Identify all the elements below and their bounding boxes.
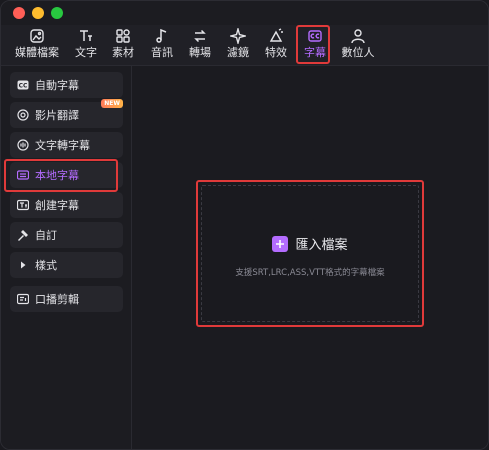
- audio-icon: [156, 28, 167, 43]
- tab-audio[interactable]: 音訊: [149, 28, 175, 62]
- import-file-label: 匯入檔案: [295, 238, 348, 253]
- sidebar-item-create-subtitle[interactable]: 創建字幕: [10, 192, 123, 218]
- transition-icon: [194, 29, 206, 43]
- plus-icon: [272, 235, 289, 252]
- translate-icon: [17, 109, 29, 121]
- drop-zone-border: 匯入檔案 支援SRT,LRC,ASS,VTT格式的字幕檔案: [201, 185, 419, 322]
- caret-right-icon: [17, 259, 29, 271]
- title-bar: [1, 1, 488, 25]
- effects-icon: [269, 28, 283, 42]
- cc-icon: CC: [17, 79, 29, 91]
- sidebar-item-video-translate[interactable]: 影片翻譯 NEW: [10, 99, 123, 128]
- sidebar-item-custom[interactable]: 自訂: [10, 222, 123, 248]
- tab-effects[interactable]: 特效: [263, 28, 289, 62]
- subtitle-tab-highlight: [296, 25, 330, 64]
- tab-digital-human[interactable]: 數位人: [340, 28, 376, 62]
- custom-icon: [17, 229, 29, 241]
- sidebar-item-speech-edit[interactable]: 口播剪輯: [10, 286, 123, 312]
- sidebar: CC 自動字幕 影片翻譯 NEW 文字轉字幕 本地字幕 創建字幕 自訂 樣式 口…: [1, 66, 132, 449]
- top-toolbar: 媒體檔案 文字 素材 音訊 轉場 濾鏡 特效 字幕 數位人: [1, 25, 488, 66]
- minimize-window-button[interactable]: [32, 7, 44, 19]
- sidebar-item-style[interactable]: 樣式: [10, 252, 123, 278]
- speech-edit-icon: [17, 293, 29, 305]
- tab-filter[interactable]: 濾鏡: [225, 28, 251, 62]
- supported-formats-hint: 支援SRT,LRC,ASS,VTT格式的字幕檔案: [235, 268, 385, 278]
- sidebar-item-auto-subtitle[interactable]: CC 自動字幕: [10, 72, 123, 98]
- app-window: 媒體檔案 文字 素材 音訊 轉場 濾鏡 特效 字幕 數位人 CC 自動字幕 影片…: [0, 0, 489, 450]
- new-badge: NEW: [101, 99, 123, 108]
- svg-text:CC: CC: [19, 83, 28, 90]
- media-icon: [30, 29, 44, 43]
- avatar-icon: [351, 29, 365, 44]
- close-window-button[interactable]: [13, 7, 25, 19]
- tab-subtitle[interactable]: 字幕: [296, 25, 330, 64]
- tab-transition[interactable]: 轉場: [187, 28, 213, 62]
- text-icon: [80, 30, 92, 41]
- local-subtitle-highlight: [4, 159, 118, 192]
- filter-icon: [230, 28, 246, 44]
- main-panel: 匯入檔案 支援SRT,LRC,ASS,VTT格式的字幕檔案: [132, 66, 488, 449]
- text-to-subtitle-icon: [17, 139, 29, 151]
- tab-assets[interactable]: 素材: [110, 28, 136, 62]
- create-subtitle-icon: [17, 199, 29, 211]
- import-file-button[interactable]: 匯入檔案: [202, 234, 418, 253]
- tab-media[interactable]: 媒體檔案: [13, 28, 61, 62]
- sidebar-item-text-to-subtitle[interactable]: 文字轉字幕: [10, 132, 123, 158]
- assets-icon: [116, 29, 130, 43]
- zoom-window-button[interactable]: [51, 7, 63, 19]
- import-drop-zone[interactable]: 匯入檔案 支援SRT,LRC,ASS,VTT格式的字幕檔案: [196, 180, 424, 327]
- tab-text[interactable]: 文字: [73, 28, 99, 62]
